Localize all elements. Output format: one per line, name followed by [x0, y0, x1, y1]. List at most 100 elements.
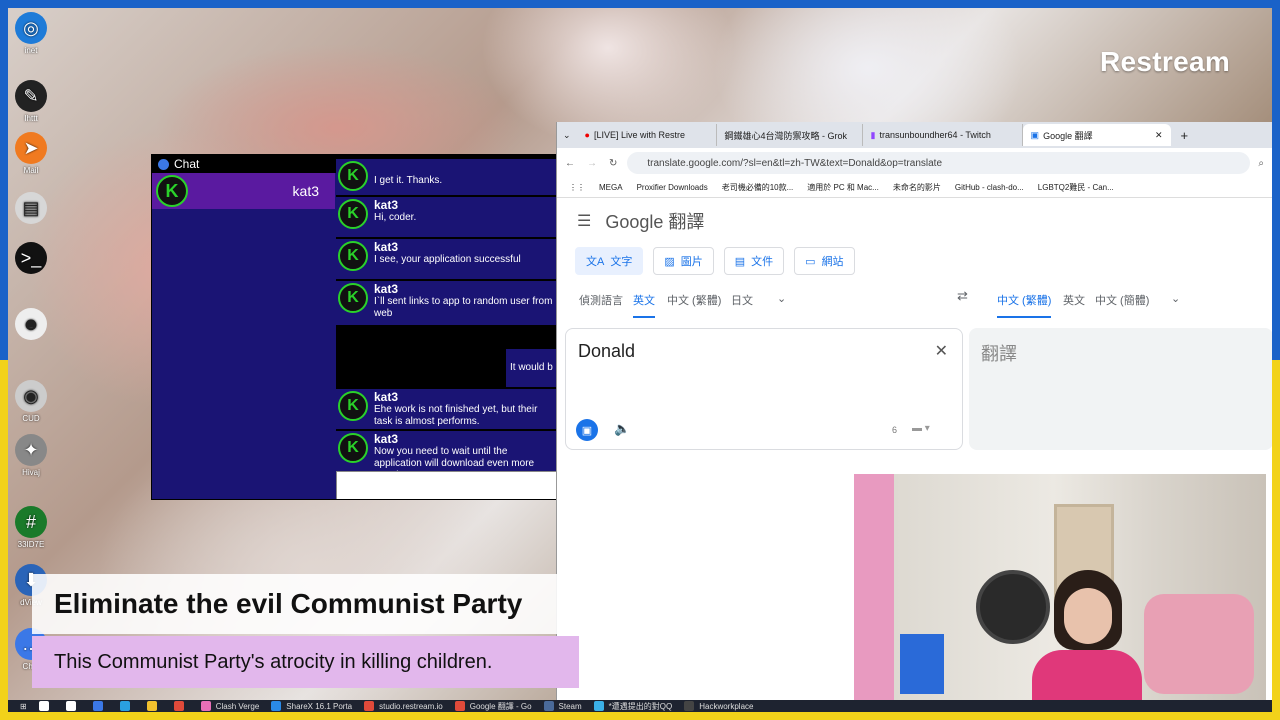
- hamburger-menu-icon[interactable]: ☰: [577, 211, 591, 231]
- taskbar-item-label: Hackworkplace: [699, 701, 754, 711]
- taskbar-item[interactable]: [65, 701, 81, 711]
- taskbar-item[interactable]: ShareX 16.1 Porta: [271, 701, 352, 711]
- tab-google-translate[interactable]: ▣ Google 翻譯 ✕: [1022, 124, 1171, 146]
- avatar-icon: K: [338, 433, 368, 463]
- back-icon[interactable]: ←: [565, 158, 575, 169]
- desktop-shortcut-label: 33ID7E: [17, 540, 45, 549]
- clear-text-icon[interactable]: ✕: [935, 341, 948, 361]
- cat-icon: ☻: [15, 308, 47, 340]
- google-translate-logo: Google 翻譯: [605, 212, 705, 232]
- chevron-down-icon[interactable]: ⌄: [777, 292, 786, 305]
- document-icon: ▤: [734, 255, 746, 268]
- headline-text: Eliminate the evil Communist Party: [54, 588, 523, 619]
- taskbar-item[interactable]: [92, 701, 108, 711]
- send-icon: ➤: [15, 132, 47, 164]
- close-tab-icon[interactable]: ✕: [1155, 130, 1163, 141]
- reload-icon[interactable]: ↻: [609, 158, 617, 169]
- bookmark-item[interactable]: 適用於 PC 和 Mac...: [807, 182, 879, 193]
- desktop-shortcut[interactable]: ◉ CUD: [8, 380, 54, 423]
- desktop-shortcut[interactable]: ▤: [8, 192, 54, 226]
- headline-banner: Eliminate the evil Communist Party: [32, 574, 558, 634]
- app-icon: [92, 701, 103, 711]
- mode-image-button[interactable]: ▨ 圖片: [653, 247, 714, 275]
- apps-icon[interactable]: ⋮⋮: [569, 183, 585, 192]
- tab-grok[interactable]: 鋼鐵雄心4台灣防禦攻略 - Grok: [717, 124, 863, 146]
- message-sender: kat3: [374, 390, 399, 404]
- bookmark-item[interactable]: GitHub - clash-do...: [955, 183, 1024, 192]
- lang-english[interactable]: 英文: [633, 292, 655, 318]
- swap-languages-icon[interactable]: ⇄: [957, 288, 968, 304]
- mode-label: 文字: [610, 256, 633, 268]
- new-tab-icon[interactable]: +: [1181, 128, 1189, 143]
- tab-twitch[interactable]: ▮ transunboundher64 - Twitch: [863, 124, 1023, 146]
- bookmark-item[interactable]: LGBTQ2難民 - Can...: [1038, 182, 1114, 193]
- lang-japanese[interactable]: 日文: [731, 292, 753, 308]
- app-icon: [454, 701, 465, 711]
- taskbar-item[interactable]: Google 翻譯 - Go: [454, 701, 532, 712]
- mode-document-button[interactable]: ▤ 文件: [723, 247, 785, 275]
- chat-title: Chat: [174, 157, 200, 171]
- taskbar-item-label: Google 翻譯 - Go: [469, 701, 532, 711]
- target-chinese-simp[interactable]: 中文 (簡體): [1095, 292, 1149, 308]
- desktop-shortcut[interactable]: ✦ Hivaj: [8, 434, 54, 477]
- message-item: K kat3 I`ll sent links to app to random …: [336, 281, 556, 325]
- subline-text: This Communist Party's atrocity in killi…: [54, 651, 493, 673]
- app-icon: [543, 701, 554, 711]
- desktop-shortcut[interactable]: ◎ inet: [8, 12, 54, 55]
- bookmark-item[interactable]: Proxifier Downloads: [637, 183, 708, 192]
- taskbar-item[interactable]: [173, 701, 189, 711]
- lang-detect[interactable]: 偵測語言: [579, 292, 623, 308]
- chevron-down-icon[interactable]: ⌄: [1171, 292, 1180, 305]
- bookmark-item[interactable]: MEGA: [599, 183, 623, 192]
- desktop-shortcut[interactable]: #33ID7E: [8, 506, 54, 549]
- chat-window[interactable]: Chat K kat3 K I get it. Thanks. K kat3 H…: [151, 154, 557, 500]
- taskbar-item[interactable]: [146, 701, 162, 711]
- app-icon: [173, 701, 184, 711]
- target-chinese-trad[interactable]: 中文 (繁體): [997, 292, 1052, 318]
- mode-text-button[interactable]: 文A 文字: [575, 247, 644, 275]
- taskbar-item[interactable]: *遭遇提出的對QQ: [593, 701, 672, 712]
- tab-menu-icon[interactable]: ⌄: [563, 130, 571, 141]
- taskbar-item-label: ShareX 16.1 Porta: [286, 701, 353, 711]
- bookmarks-bar: ⋮⋮ MEGA Proxifier Downloads 老司機必備的10款...…: [557, 178, 1272, 198]
- bookmark-item[interactable]: 老司機必備的10款...: [722, 182, 794, 193]
- tab-restream[interactable]: ● [LIVE] Live with Restre: [577, 124, 717, 146]
- source-text[interactable]: Donald: [578, 341, 635, 362]
- taskbar-item[interactable]: studio.restream.io: [364, 701, 443, 711]
- forward-icon[interactable]: →: [587, 158, 597, 169]
- address-bar: ← → ↻ translate.google.com/?sl=en&tl=zh-…: [557, 148, 1272, 178]
- microphone-icon[interactable]: ▣: [576, 419, 598, 441]
- source-text-box[interactable]: Donald ✕ ▣ 🔈 6 ▬ ▾: [565, 328, 963, 450]
- desktop-shortcut-label: CUD: [22, 414, 40, 423]
- zoom-icon[interactable]: ⌕: [1258, 158, 1264, 169]
- target-english[interactable]: 英文: [1063, 292, 1085, 308]
- url-field[interactable]: translate.google.com/?sl=en&tl=zh-TW&tex…: [627, 152, 1251, 174]
- desktop-shortcut[interactable]: >_: [8, 242, 54, 276]
- keyboard-icon[interactable]: ▬ ▾: [912, 423, 930, 434]
- taskbar-item[interactable]: Clash Verge: [200, 701, 259, 711]
- chat-message-input[interactable]: [336, 471, 556, 499]
- terminal-icon: >_: [15, 242, 47, 274]
- taskbar-item[interactable]: Steam: [543, 701, 582, 711]
- bookmark-item[interactable]: 未命名的影片: [893, 182, 941, 193]
- speaker-icon[interactable]: 🔈: [614, 421, 630, 437]
- desktop-shortcut-label: Hivaj: [22, 468, 40, 477]
- taskbar-item[interactable]: Hackworkplace: [684, 701, 753, 711]
- desktop-shortcut[interactable]: ☻: [8, 308, 54, 342]
- contact-item[interactable]: K kat3: [152, 173, 335, 209]
- taskbar-item[interactable]: [38, 701, 54, 711]
- lang-chinese-trad[interactable]: 中文 (繁體): [667, 292, 721, 308]
- desktop-shortcut-label: Mail: [23, 166, 39, 175]
- notepad-icon: ▤: [15, 192, 47, 224]
- mode-label: 圖片: [680, 256, 703, 268]
- tab-label: [LIVE] Live with Restre: [593, 130, 686, 140]
- avatar-icon: K: [338, 161, 368, 191]
- desktop-shortcut-label: Ihttt: [24, 114, 38, 123]
- desktop-shortcut[interactable]: ✎ Ihttt: [8, 80, 54, 123]
- taskbar-item[interactable]: [119, 701, 135, 711]
- desktop-shortcut[interactable]: ➤ Mail: [8, 132, 54, 175]
- start-button[interactable]: ⊞: [20, 702, 27, 711]
- mode-website-button[interactable]: ▭ 網站: [794, 247, 855, 275]
- mode-label: 網站: [821, 256, 844, 268]
- avatar-icon: K: [338, 283, 368, 313]
